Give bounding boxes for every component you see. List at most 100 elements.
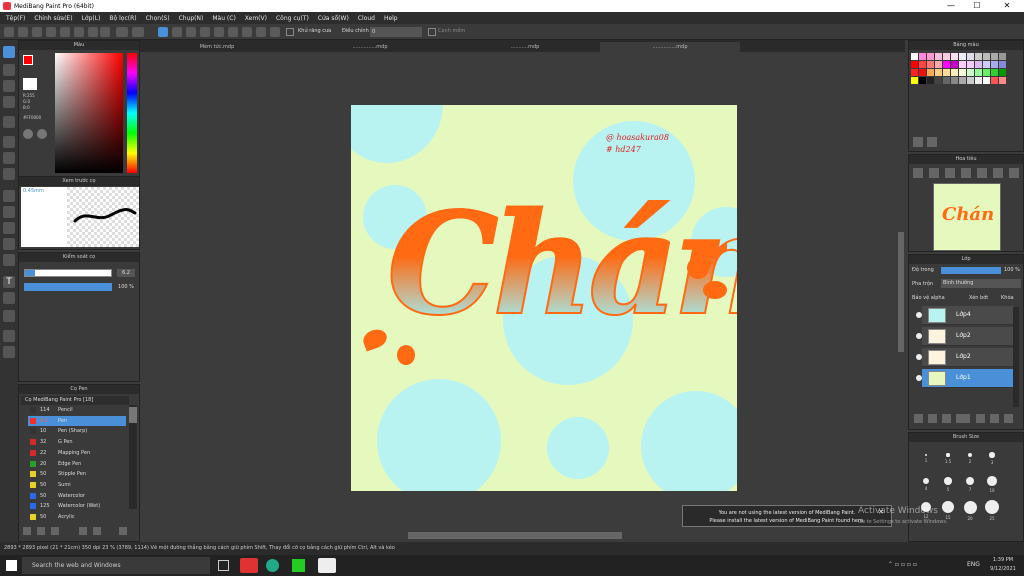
edge-checkbox[interactable] <box>428 28 436 36</box>
brush-item[interactable]: 50 Acrylic <box>28 512 126 522</box>
clock-date[interactable]: 9/12/2021 <box>988 566 1018 572</box>
minimize-button[interactable]: — <box>940 0 962 12</box>
divide-tool-icon[interactable] <box>3 310 15 322</box>
palette-swatch[interactable] <box>967 69 974 76</box>
brush-size-option[interactable]: 7 <box>961 471 979 495</box>
palette-swatch[interactable] <box>999 61 1006 68</box>
delete-layer-icon[interactable] <box>1004 414 1013 423</box>
palette-swatch[interactable] <box>927 61 934 68</box>
chat-icon[interactable] <box>32 27 42 37</box>
palette-swatch[interactable] <box>919 69 926 76</box>
brush-size-option[interactable]: 15 <box>939 497 957 521</box>
menu-color[interactable]: Màu (C) <box>212 15 235 22</box>
palette-swatch[interactable] <box>935 53 942 60</box>
snap-cross-icon[interactable] <box>186 27 196 37</box>
layer-row[interactable]: Lớp1 <box>916 369 1013 388</box>
deselect-icon[interactable] <box>60 27 70 37</box>
chrome-taskbar-icon[interactable] <box>266 559 279 572</box>
palette-swatch[interactable] <box>927 53 934 60</box>
palette-swatch[interactable] <box>991 77 998 84</box>
delete-brush-icon[interactable] <box>119 527 127 535</box>
palette-swatch[interactable] <box>919 61 926 68</box>
palette-swatch[interactable] <box>911 53 918 60</box>
palette-swatch[interactable] <box>951 61 958 68</box>
palette-swatch[interactable] <box>959 69 966 76</box>
tab-document-1[interactable]: Mèm tức.mdp <box>152 42 282 52</box>
snap-parallel-icon[interactable] <box>172 27 182 37</box>
menu-window[interactable]: Cửa sổ(W) <box>318 15 349 22</box>
palette-swatch[interactable] <box>999 69 1006 76</box>
dot-tool-icon[interactable] <box>3 80 15 92</box>
new-1bit-layer-icon[interactable] <box>956 414 970 423</box>
palette-swatch[interactable] <box>911 61 918 68</box>
duplicate-icon[interactable] <box>93 527 101 535</box>
clipping-checkbox[interactable]: Xén bớt <box>969 295 988 301</box>
blend-mode-select[interactable]: Bình thường <box>941 279 1021 288</box>
paint-taskbar-icon[interactable] <box>318 558 336 573</box>
palette-swatch[interactable] <box>999 53 1006 60</box>
fill-rect-tool-icon[interactable] <box>3 136 15 148</box>
color-wheel-icon[interactable] <box>37 129 47 139</box>
adjust-select[interactable]: 0 <box>370 27 422 37</box>
menu-select[interactable]: Chọn(S) <box>146 15 170 22</box>
palette-swatch[interactable] <box>959 53 966 60</box>
palette-swatch[interactable] <box>927 69 934 76</box>
brush-size-option[interactable]: 10 <box>983 471 1001 495</box>
fit-icon[interactable] <box>945 168 955 178</box>
palette-swatch[interactable] <box>991 53 998 60</box>
flip-icon[interactable] <box>1009 168 1019 178</box>
taskbar-search[interactable]: Search the web and Windows <box>22 557 210 574</box>
new-8bit-layer-icon[interactable] <box>942 414 951 423</box>
clock-time[interactable]: 1:39 PM <box>988 557 1018 563</box>
layer-visibility-icon[interactable] <box>916 375 922 381</box>
palette-swatch[interactable] <box>943 77 950 84</box>
tab-document-3[interactable]: ...........mdp <box>455 42 595 52</box>
palette-swatch[interactable] <box>959 61 966 68</box>
brush-opacity-value[interactable]: 100 % <box>117 283 135 291</box>
add-brush-icon[interactable] <box>23 527 31 535</box>
actual-size-icon[interactable] <box>961 168 971 178</box>
brush-item[interactable]: 114 Pencil <box>28 405 126 415</box>
lasso-tool-icon[interactable] <box>3 206 15 218</box>
palette-swatch[interactable] <box>991 69 998 76</box>
palette-swatch[interactable] <box>983 53 990 60</box>
snap-off-icon[interactable] <box>158 27 168 37</box>
zoom-out-icon[interactable] <box>929 168 939 178</box>
menu-view[interactable]: Xem(V) <box>245 15 267 22</box>
tab-document-2[interactable]: ...............mdp <box>300 42 440 52</box>
layer-folder-icon[interactable] <box>976 414 985 423</box>
palette-swatch[interactable] <box>975 77 982 84</box>
duplicate-layer-icon[interactable] <box>990 414 999 423</box>
undo-icon[interactable] <box>116 27 128 37</box>
snap-radial-icon[interactable] <box>214 27 224 37</box>
transform-icon[interactable] <box>74 27 84 37</box>
menu-cloud[interactable]: Cloud <box>358 15 375 22</box>
palette-swatch[interactable] <box>911 69 918 76</box>
brush-item[interactable]: 50 Sumi <box>28 480 126 490</box>
menu-snap[interactable]: Chụp(N) <box>179 15 204 22</box>
brush-item[interactable]: 50 Stipple Pen <box>28 469 126 479</box>
palette-swatch[interactable] <box>943 69 950 76</box>
palette-swatch[interactable] <box>967 77 974 84</box>
palette-swatch[interactable] <box>927 77 934 84</box>
eraser-tool-icon[interactable] <box>3 64 15 76</box>
task-view-icon[interactable] <box>218 560 229 571</box>
layer-opacity-slider[interactable] <box>941 267 1001 274</box>
brush-size-option[interactable]: 1.5 <box>939 445 957 469</box>
rotate-left-icon[interactable] <box>977 168 987 178</box>
maximize-button[interactable]: ☐ <box>966 0 988 12</box>
palette-swatch[interactable] <box>983 69 990 76</box>
menu-edit[interactable]: Chỉnh sửa(E) <box>34 15 72 22</box>
snap-vanish-icon[interactable] <box>200 27 210 37</box>
layer-row[interactable]: Lớp4 <box>916 306 1013 325</box>
move-tool-icon[interactable] <box>3 116 15 128</box>
brush-item[interactable]: 22 Mapping Pen <box>28 448 126 458</box>
palette-swatch[interactable] <box>919 53 926 60</box>
layer-visibility-icon[interactable] <box>916 312 922 318</box>
palette-swatch[interactable] <box>911 77 918 84</box>
brush-list-scrollbar[interactable] <box>129 405 137 509</box>
menu-filter[interactable]: Bộ lọc(R) <box>109 15 136 22</box>
home-icon[interactable] <box>4 27 14 37</box>
gradient-tool-icon[interactable] <box>3 168 15 180</box>
redo-icon[interactable] <box>132 27 144 37</box>
